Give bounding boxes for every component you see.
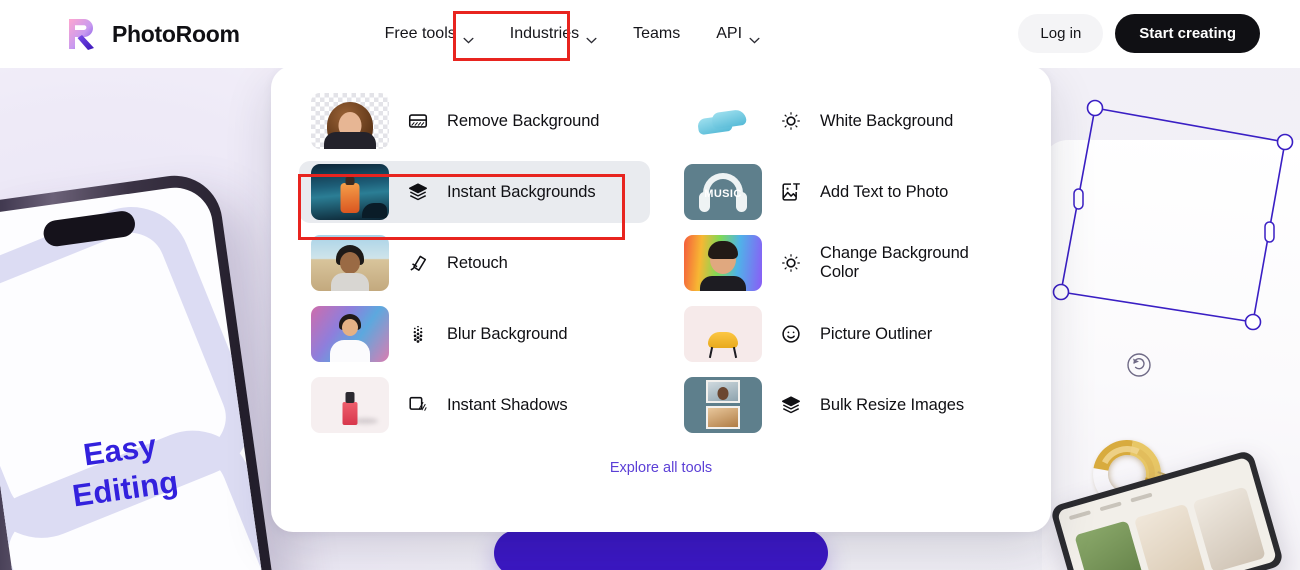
thumb-music-headphones: MUSIC [684,164,762,220]
tool-bulk-resize-images[interactable]: Bulk Resize Images [672,374,1023,436]
dropdown-columns: Remove Background Instant Backgrounds Re… [299,90,1023,445]
start-creating-button[interactable]: Start creating [1115,14,1260,53]
selection-outline [1060,107,1286,323]
phone-frame: Easy Editing [0,169,283,570]
dropdown-footer: Explore all tools [299,459,1023,477]
tool-label-blur-background: Blur Background [447,324,568,343]
nav-item-industries[interactable]: Industries [496,16,611,52]
sun-rays-icon [780,110,802,132]
thumb-music-label: MUSIC [704,188,742,200]
brand-name: PhotoRoom [112,20,240,47]
smiley-outline-icon [780,323,802,345]
nav-label-teams: Teams [633,25,681,42]
tool-retouch[interactable]: Retouch [299,232,650,294]
login-button[interactable]: Log in [1018,14,1104,53]
chevron-down-icon [463,31,474,44]
thumb-man-sunglasses [311,235,389,291]
handle-right-middle[interactable] [1264,221,1275,243]
tool-label-add-text-to-photo: Add Text to Photo [820,182,949,201]
thumb-yellow-chair [684,306,762,362]
nav-item-teams[interactable]: Teams [619,16,694,52]
tool-label-picture-outliner: Picture Outliner [820,324,933,343]
square-shadow-icon [407,394,429,416]
tool-label-bulk-resize-images: Bulk Resize Images [820,395,965,414]
thumb-perfume-bottle [311,164,389,220]
selection-box-svg[interactable] [1052,99,1294,400]
auth-actions: Log in Start creating [1018,14,1260,53]
dropdown-left-column: Remove Background Instant Backgrounds Re… [299,90,650,445]
rotate-icon[interactable] [1127,353,1151,377]
tool-picture-outliner[interactable]: Picture Outliner [672,303,1023,365]
thumb-nail-polish [311,377,389,433]
thumb-boy-blur [311,306,389,362]
handle-top-right[interactable] [1276,133,1294,151]
nav-label-api: API [716,25,743,42]
handle-bottom-right[interactable] [1244,313,1262,331]
phone-caption: Easy Editing [0,415,250,526]
nav-label-industries: Industries [509,25,580,42]
handle-left-middle[interactable] [1073,188,1084,210]
dropdown-right-column: White Background MUSIC Add Text to Photo… [672,90,1023,445]
chevron-down-icon [749,31,760,44]
free-tools-dropdown: Remove Background Instant Backgrounds Re… [271,66,1051,532]
primary-nav: Free tools Industries Teams API [371,16,774,52]
explore-all-tools-link[interactable]: Explore all tools [610,460,712,476]
phone-mockup: Easy Editing [0,169,290,570]
image-text-icon [780,181,802,203]
thumb-woman-curly-hair [311,93,389,149]
nav-item-api[interactable]: API [702,16,774,52]
tool-white-background[interactable]: White Background [672,90,1023,152]
thumb-stacked-photos [684,377,762,433]
tool-label-change-background-color: Change Background Color [820,244,969,281]
handle-top-left[interactable] [1086,99,1104,117]
phone-screen: Easy Editing [0,182,271,570]
page-root: Easy Editing PhotoRoom Free tools Indust… [0,0,1300,570]
laptop-gallery [1074,486,1266,570]
tool-remove-background[interactable]: Remove Background [299,90,650,152]
tool-instant-backgrounds[interactable]: Instant Backgrounds [299,161,650,223]
site-header: PhotoRoom Free tools Industries Teams AP… [0,0,1300,68]
tool-label-instant-backgrounds: Instant Backgrounds [447,182,596,201]
nav-label-free-tools: Free tools [384,25,456,42]
thumb-man-rainbow [684,235,762,291]
photoroom-r-logo-icon [66,16,100,52]
tool-blur-background[interactable]: Blur Background [299,303,650,365]
tool-label-instant-shadows: Instant Shadows [447,395,568,414]
tool-instant-shadows[interactable]: Instant Shadows [299,374,650,436]
tool-label-retouch: Retouch [447,253,508,272]
tool-change-background-color[interactable]: Change Background Color [672,232,1023,294]
thumb-blue-sneakers [684,93,762,149]
eraser-icon [407,252,429,274]
handle-bottom-left[interactable] [1052,283,1070,301]
nav-item-free-tools[interactable]: Free tools [371,16,488,52]
remove-background-icon [407,110,429,132]
selection-overlay[interactable] [1052,99,1294,570]
hero-cta-button[interactable] [494,530,828,570]
tool-label-white-background: White Background [820,111,954,130]
phone-notch [41,209,137,249]
brand-logo[interactable]: PhotoRoom [66,16,240,52]
tool-add-text-to-photo[interactable]: MUSIC Add Text to Photo [672,161,1023,223]
layers-stack-icon [780,394,802,416]
chevron-down-icon [586,31,597,44]
sun-rays-icon [780,252,802,274]
layers-stack-icon [407,181,429,203]
tool-label-remove-background: Remove Background [447,111,600,130]
dots-blur-icon [407,323,429,345]
